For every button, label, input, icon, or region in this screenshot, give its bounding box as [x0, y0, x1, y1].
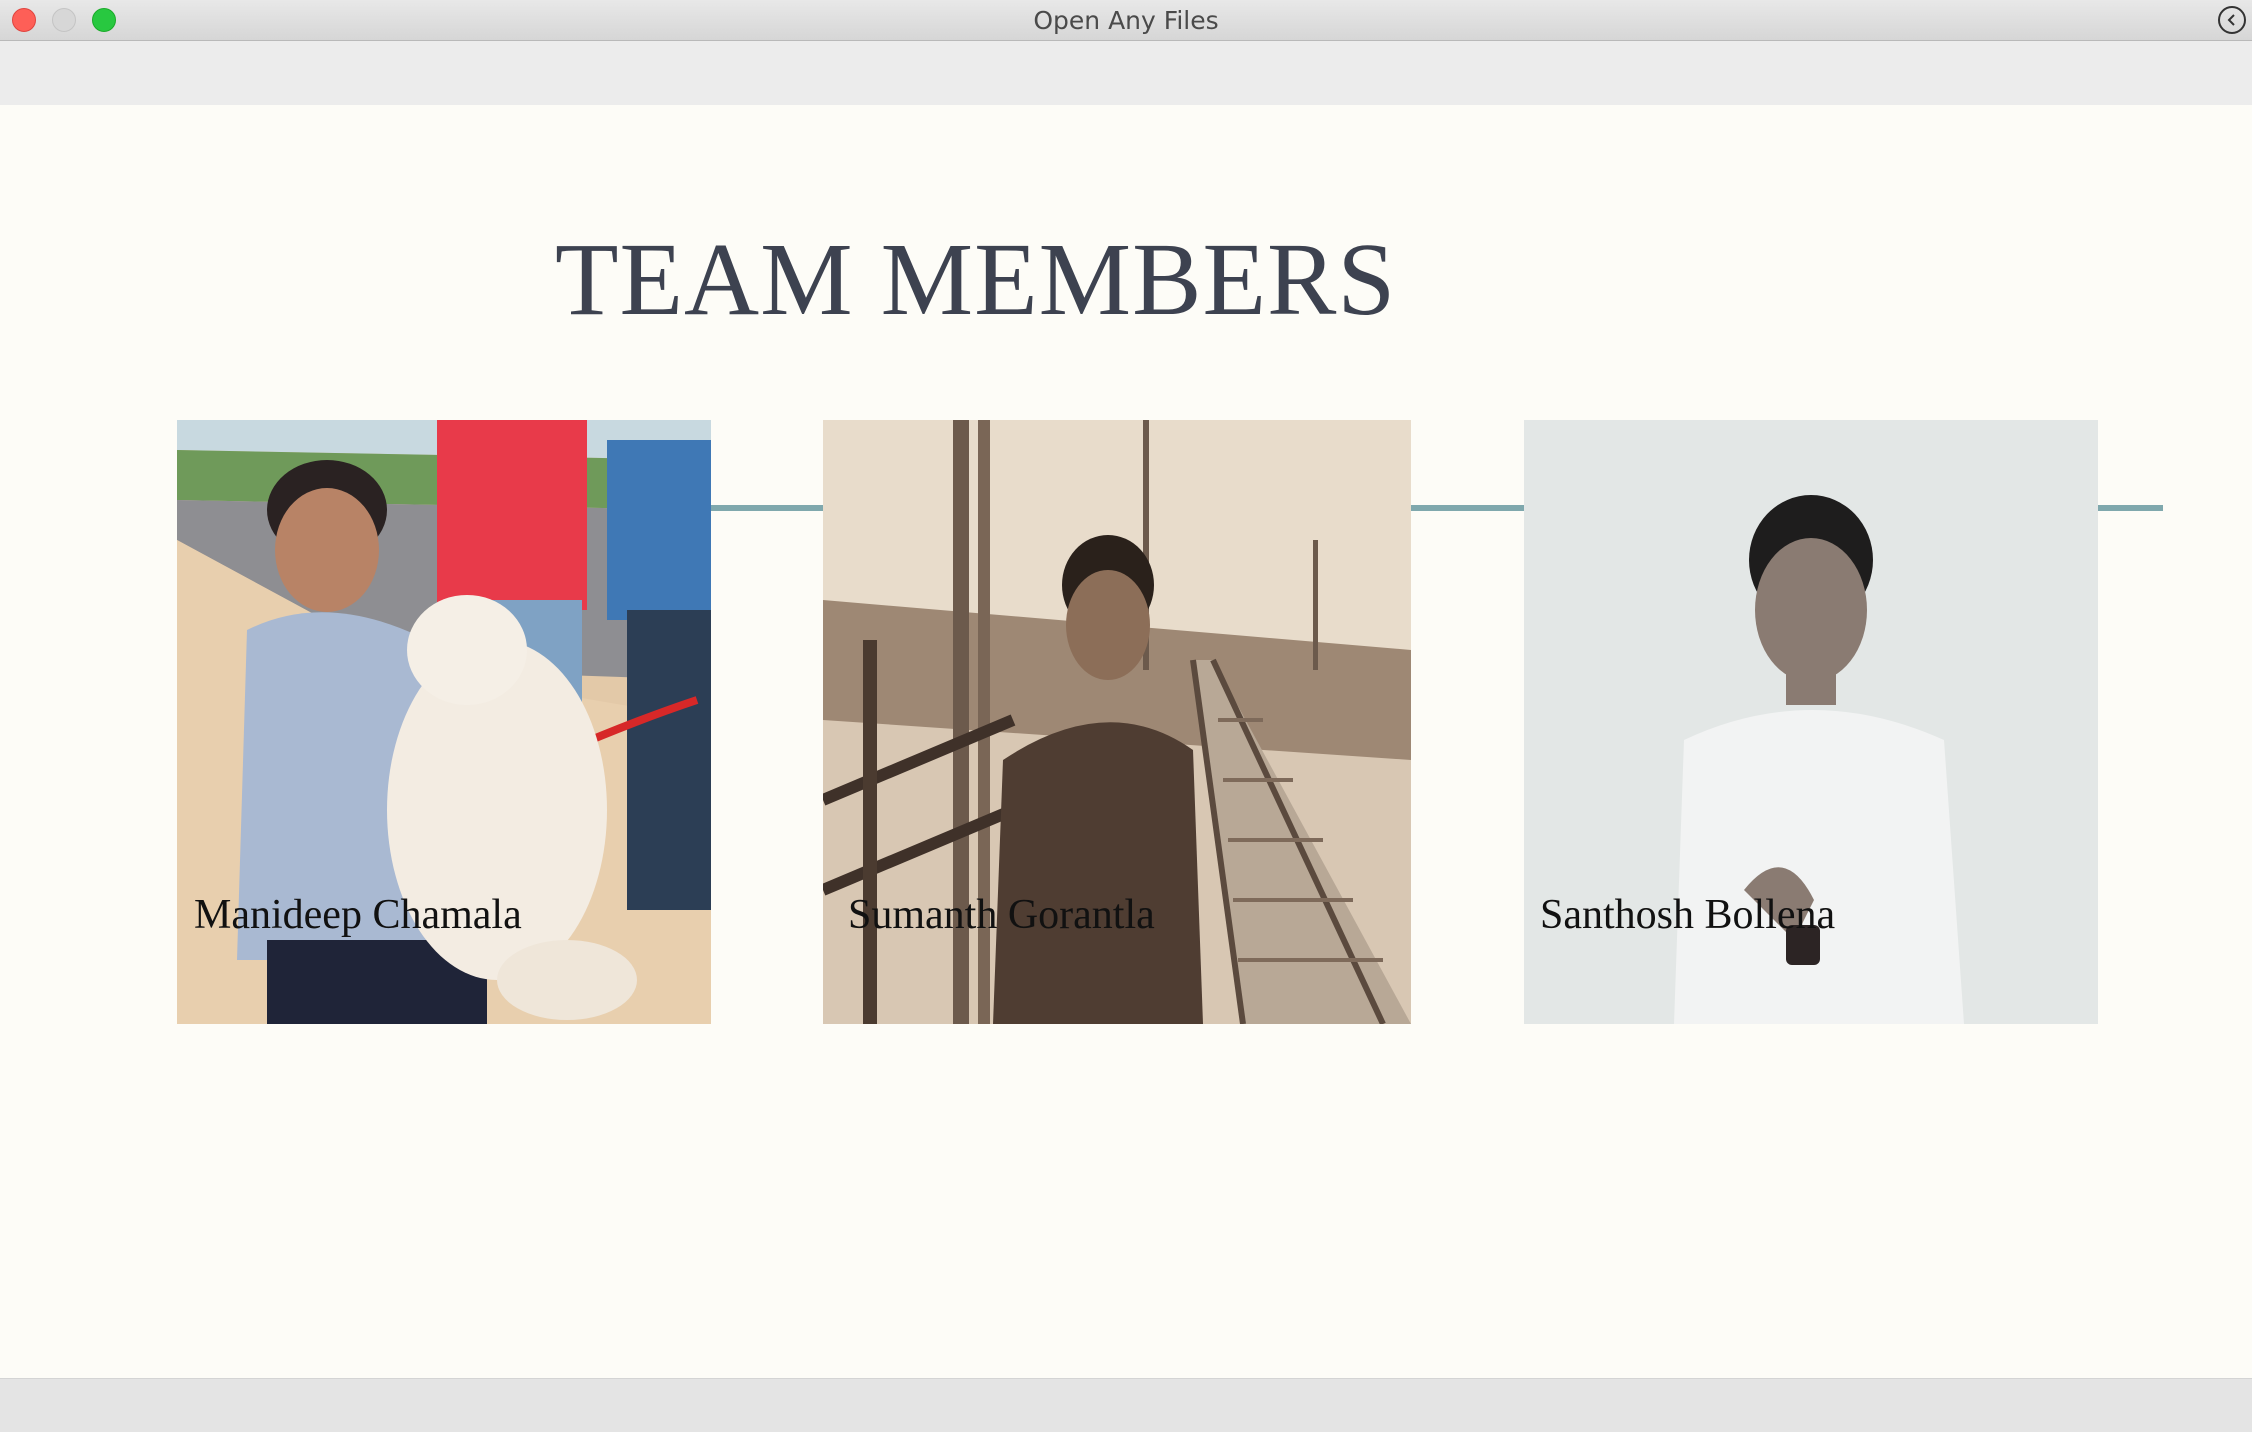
member-name: Santhosh Bollena	[1540, 892, 1836, 938]
back-arrow-circle-icon[interactable]	[2218, 6, 2246, 34]
page-title: TEAM MEMBERS	[555, 222, 1397, 337]
member-name: Sumanth Gorantla	[848, 892, 1155, 938]
window-titlebar: Open Any Files	[0, 0, 2252, 41]
member-name: Manideep Chamala	[194, 892, 522, 938]
connector-line	[711, 505, 823, 511]
bottom-bar	[0, 1378, 2252, 1432]
connector-line	[1411, 505, 1525, 511]
page-content: TEAM MEMBERS Manideep Chamala Sumanth Go…	[0, 105, 2252, 1378]
connector-line	[2098, 505, 2163, 511]
toolbar	[0, 41, 2252, 105]
window-title: Open Any Files	[1033, 6, 1219, 35]
